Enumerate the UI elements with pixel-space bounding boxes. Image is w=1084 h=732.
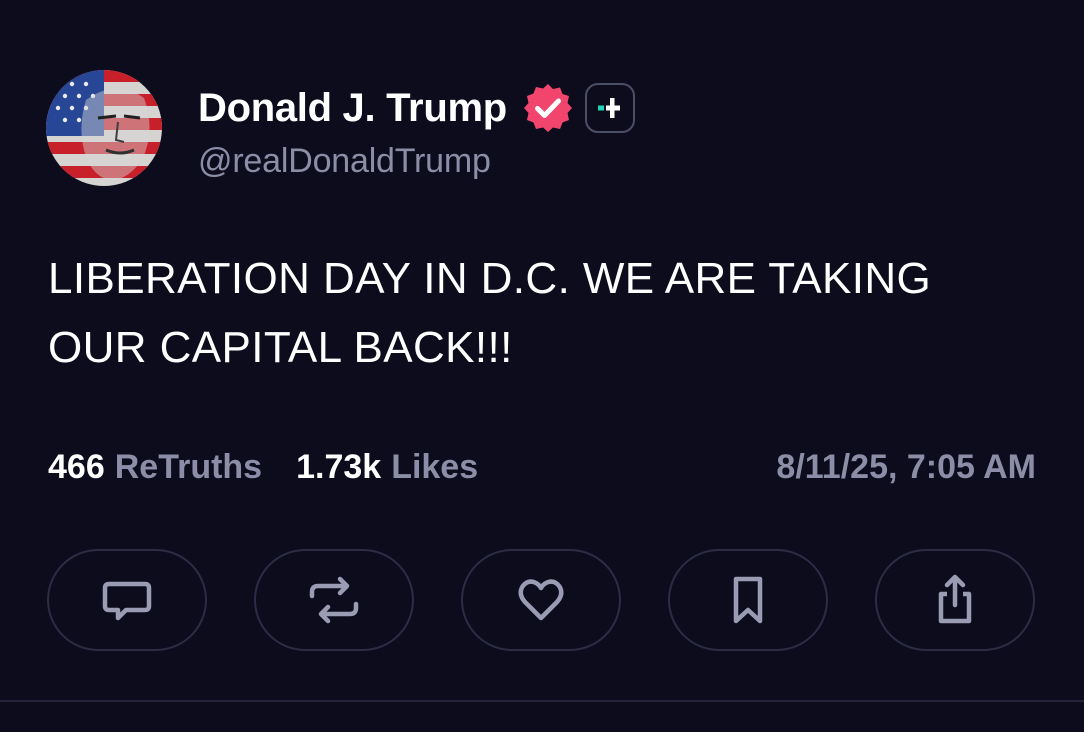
retruths-stat[interactable]: 466 ReTruths [48,448,262,487]
heart-icon [518,579,564,621]
likes-stat[interactable]: 1.73k Likes [296,448,478,487]
retruth-button[interactable] [254,549,414,651]
reply-icon [102,581,152,621]
retruths-label: ReTruths [114,448,263,486]
retruth-icon [309,576,359,624]
post-header: Donald J. Trump @realDonaldTrump [46,70,635,186]
likes-count: 1.73k [296,448,382,486]
plus-icon [584,83,635,133]
bookmark-button[interactable] [668,549,828,651]
name-row: Donald J. Trump [198,82,635,134]
action-bar [47,549,1035,651]
divider [0,700,1084,702]
share-icon [938,574,972,624]
like-button[interactable] [461,549,621,651]
bookmark-icon [733,576,763,624]
avatar[interactable] [46,70,162,186]
reply-button[interactable] [47,549,207,651]
post-card: Donald J. Trump @realDonaldTrump LIBERAT… [0,0,1084,732]
timestamp: 8/11/25, 7:05 AM [776,448,1036,486]
handle[interactable]: @realDonaldTrump [198,142,635,181]
display-name[interactable]: Donald J. Trump [198,86,507,131]
post-stats: 466 ReTruths 1.73k Likes 8/11/25, 7:05 A… [48,448,1036,487]
share-button[interactable] [875,549,1035,651]
verified-badge-icon [521,81,575,135]
post-text: LIBERATION DAY IN D.C. WE ARE TAKING OUR… [48,254,932,372]
retruths-count: 466 [48,448,105,486]
avatar-image [46,70,162,186]
author-identity: Donald J. Trump @realDonaldTrump [198,82,635,181]
likes-label: Likes [391,448,479,486]
